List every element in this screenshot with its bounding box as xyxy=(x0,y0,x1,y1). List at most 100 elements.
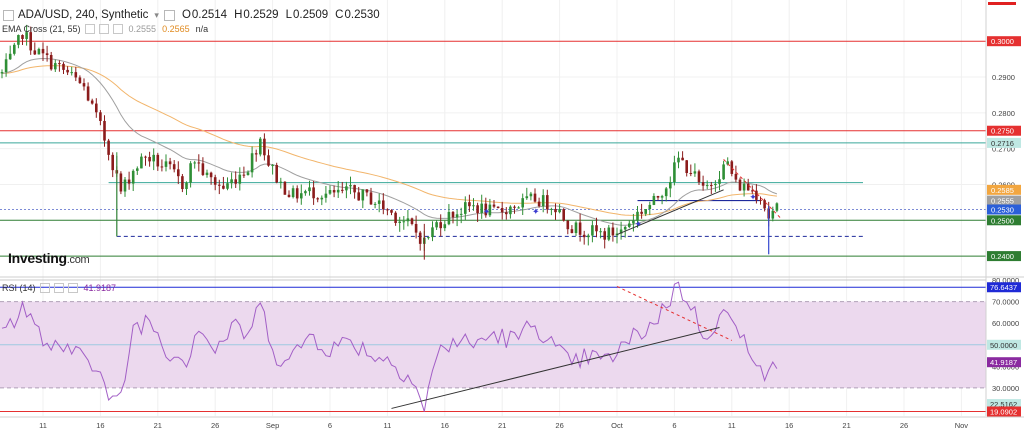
time-tick-label: Nov xyxy=(955,421,969,430)
rsi-legend[interactable]: RSI (14) 41.9187 xyxy=(2,283,116,293)
candle-body xyxy=(714,183,717,186)
candle-body xyxy=(33,50,37,55)
candle-body xyxy=(677,157,680,163)
candle-body xyxy=(218,184,221,186)
candle-body xyxy=(443,224,447,229)
candle-body xyxy=(697,171,701,183)
candle-body xyxy=(213,177,217,185)
rsi-tick-label: 30.0000 xyxy=(992,384,1019,393)
close-value: 0.2530 xyxy=(344,9,380,21)
candle-body xyxy=(185,182,188,190)
candle-body xyxy=(222,185,225,189)
rsi-level-label: 41.9187 xyxy=(990,358,1017,367)
candle-body xyxy=(623,226,627,230)
candle-body xyxy=(701,182,705,186)
candle-body xyxy=(111,154,114,171)
candle-body xyxy=(513,206,516,208)
candle-body xyxy=(382,200,385,210)
candle-body xyxy=(136,168,139,171)
candle-body xyxy=(476,205,479,214)
candle-body xyxy=(197,162,201,164)
ema-legend[interactable]: EMA Cross (21, 55) 0.2555 0.2565 n/a xyxy=(2,24,208,34)
candle-body xyxy=(78,77,82,84)
candle-body xyxy=(58,63,61,65)
candle-body xyxy=(402,221,406,223)
time-tick-label: 26 xyxy=(211,421,219,430)
candle-body xyxy=(148,156,151,162)
price-level-label: 0.2400 xyxy=(991,252,1014,261)
time-tick-label: 21 xyxy=(498,421,506,430)
rsi-panel xyxy=(0,276,1024,412)
candle-body xyxy=(295,188,299,199)
brand-domain: .com xyxy=(66,254,90,266)
chart-canvas[interactable]: ✦✦✦✦0.28000.29000.27000.26000.30000.2750… xyxy=(0,0,1024,431)
candle-body xyxy=(517,207,520,209)
candle-body xyxy=(74,72,78,78)
candle-body xyxy=(763,200,766,209)
candle-body xyxy=(119,173,123,192)
ema-close-icon[interactable] xyxy=(112,24,123,34)
rsi-close-icon[interactable] xyxy=(67,283,78,293)
symbol-label[interactable]: ADA/USD, 240, Synthetic xyxy=(18,9,148,21)
marker-cross: ✦ xyxy=(749,192,757,202)
candle-body xyxy=(242,174,246,176)
candle-body xyxy=(656,195,660,198)
candle-body xyxy=(103,120,106,141)
candle-body xyxy=(455,214,459,218)
candle-body xyxy=(722,164,725,180)
time-tick-label: 21 xyxy=(842,421,850,430)
candle-body xyxy=(550,208,553,210)
candle-body xyxy=(230,179,233,184)
candle-body xyxy=(283,181,287,195)
candle-body xyxy=(373,203,377,205)
candle-body xyxy=(226,183,229,189)
price-level-label: 0.2585 xyxy=(991,186,1014,195)
candle-body xyxy=(710,185,713,187)
candle-body xyxy=(427,237,430,239)
candle-body xyxy=(0,72,4,74)
candle-body xyxy=(271,165,274,167)
chevron-down-icon[interactable]: ▾ xyxy=(154,10,159,21)
ema-cross-value: n/a xyxy=(195,24,209,34)
marker-cross: ✦ xyxy=(483,206,491,216)
time-tick-label: 6 xyxy=(328,421,332,430)
ema-settings-icon[interactable] xyxy=(98,24,109,34)
time-tick-label: Sep xyxy=(266,421,279,430)
symbol-header: ADA/USD, 240, Synthetic ▾ O 0.2514 H 0.252… xyxy=(0,6,380,24)
candle-body xyxy=(644,209,647,214)
candle-body xyxy=(95,103,98,113)
candle-body xyxy=(66,69,69,73)
candle-body xyxy=(746,183,750,191)
rsi-level-label: 19.0902 xyxy=(990,407,1017,416)
candle-body xyxy=(660,196,664,198)
close-key: C xyxy=(335,9,344,21)
candle-body xyxy=(332,190,336,193)
candle-body xyxy=(595,225,598,232)
candle-body xyxy=(496,206,500,209)
candle-body xyxy=(4,59,8,73)
ema-eye-icon[interactable] xyxy=(84,24,95,34)
candle-body xyxy=(349,185,352,187)
candle-body xyxy=(648,204,652,210)
candle-body xyxy=(390,210,393,213)
candle-body xyxy=(570,229,574,234)
candle-body xyxy=(771,210,775,219)
candle-body xyxy=(304,191,307,194)
candle-body xyxy=(320,197,324,200)
candle-body xyxy=(681,157,684,161)
candle-body xyxy=(353,185,356,193)
candle-body xyxy=(140,156,143,169)
price-level-label: 0.2750 xyxy=(991,127,1014,136)
price-level-label: 0.2500 xyxy=(991,216,1014,225)
candle-body xyxy=(492,204,496,207)
candle-body xyxy=(172,164,176,170)
candle-body xyxy=(369,192,373,205)
collapse-icon[interactable] xyxy=(3,9,14,21)
candle-body xyxy=(263,138,266,156)
candle-body xyxy=(611,227,615,236)
rsi-settings-icon[interactable] xyxy=(53,283,64,293)
candle-body xyxy=(775,203,779,211)
candle-body xyxy=(652,195,656,205)
rsi-eye-icon[interactable] xyxy=(39,283,50,293)
settings-box-icon[interactable] xyxy=(163,9,175,21)
